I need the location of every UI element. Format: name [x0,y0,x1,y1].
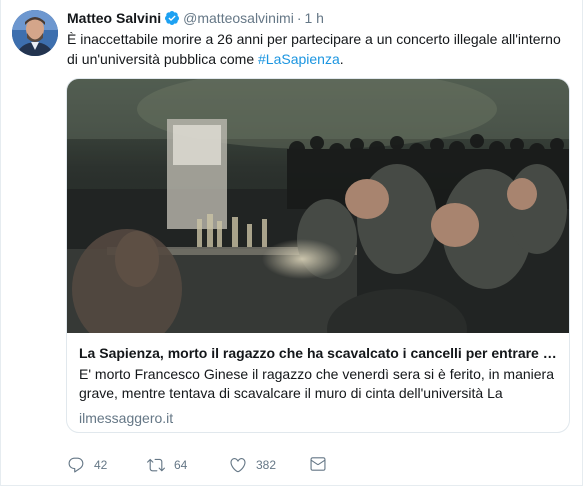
retweet-button[interactable]: 64 [147,455,187,475]
dm-button[interactable] [309,455,327,473]
like-count: 382 [256,458,277,472]
like-button[interactable]: 382 [229,455,276,475]
card-body: La Sapienza, morto il ragazzo che ha sca… [79,343,559,428]
separator-dot: · [296,10,302,26]
avatar-photo [12,10,58,56]
reply-icon [68,457,84,473]
card-domain: ilmessaggero.it [79,410,174,426]
retweet-icon [147,458,165,472]
avatar[interactable] [12,10,58,56]
tweet-header: Matteo Salvini @matteosalvinimi · 1 h [67,8,324,28]
heart-icon [230,458,246,473]
tweet[interactable]: Matteo Salvini @matteosalvinimi · 1 h È ina… [0,0,583,486]
author-handle[interactable]: @matteosalvinimi [183,10,294,26]
card-image [67,79,569,333]
envelope-icon [310,457,326,471]
card-description: E' morto Francesco Ginese il ragazzo che… [79,366,554,401]
reply-count: 42 [94,458,108,472]
tweet-timestamp[interactable]: 1 h [305,10,324,26]
card-title[interactable]: La Sapienza, morto il ragazzo che ha sca… [79,343,559,363]
verified-badge-icon [165,11,180,25]
tweet-text: È inaccettabile morire a 26 anni per par… [67,29,567,69]
reply-button[interactable]: 42 [67,455,107,475]
retweet-count: 64 [174,458,188,472]
link-card[interactable]: La Sapienza, morto il ragazzo che ha sca… [66,78,570,433]
tweet-text-end: . [339,51,344,67]
hashtag-link[interactable]: #LaSapienza [258,51,340,67]
author-name[interactable]: Matteo Salvini [67,10,161,26]
